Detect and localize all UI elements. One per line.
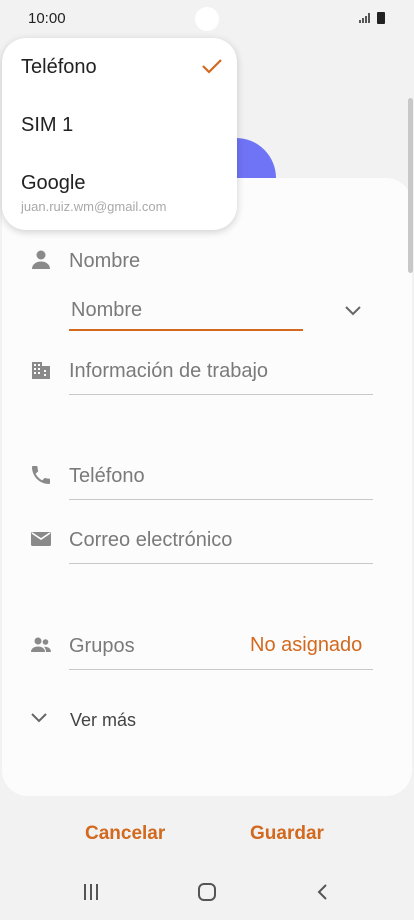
phone-underline — [69, 499, 373, 500]
back-icon[interactable] — [315, 883, 329, 901]
envelope-icon — [31, 532, 51, 546]
work-info-underline — [69, 394, 373, 395]
phone-field[interactable]: Teléfono — [69, 465, 145, 488]
groups-value[interactable]: No asignado — [250, 634, 362, 657]
view-more-button[interactable]: Ver más — [70, 710, 136, 731]
contact-form-card — [2, 178, 412, 796]
check-icon — [202, 59, 222, 74]
cancel-button[interactable]: Cancelar — [85, 823, 165, 845]
name-section-label: Nombre — [69, 250, 141, 272]
group-icon — [31, 637, 51, 652]
dropdown-item-google[interactable]: Google — [21, 172, 86, 195]
email-field[interactable]: Correo electrónico — [69, 529, 232, 552]
email-underline — [69, 563, 373, 564]
save-button[interactable]: Guardar — [250, 823, 324, 845]
chevron-down-icon[interactable] — [344, 305, 362, 317]
name-input[interactable]: Nombre — [71, 299, 142, 322]
recent-apps-icon[interactable] — [82, 883, 100, 901]
person-icon — [32, 250, 50, 269]
camera-cutout — [195, 7, 219, 31]
home-icon[interactable] — [197, 882, 217, 902]
account-dropdown: Teléfono SIM 1 Google juan.ruiz.wm@gmail… — [2, 38, 237, 230]
building-icon — [32, 362, 50, 379]
dropdown-google-account: juan.ruiz.wm@gmail.com — [21, 199, 167, 214]
battery-icon — [377, 12, 385, 24]
name-input-underline — [69, 329, 303, 331]
dropdown-item-sim1[interactable]: SIM 1 — [21, 114, 73, 137]
work-info-field[interactable]: Información de trabajo — [69, 360, 268, 383]
dropdown-item-phone[interactable]: Teléfono — [21, 56, 97, 79]
chevron-down-icon[interactable] — [30, 712, 48, 724]
status-time: 10:00 — [28, 10, 66, 27]
scrollbar[interactable] — [408, 98, 413, 273]
phone-icon — [32, 466, 50, 484]
groups-label: Grupos — [69, 635, 135, 657]
groups-underline — [69, 669, 373, 670]
signal-icon — [359, 13, 370, 23]
